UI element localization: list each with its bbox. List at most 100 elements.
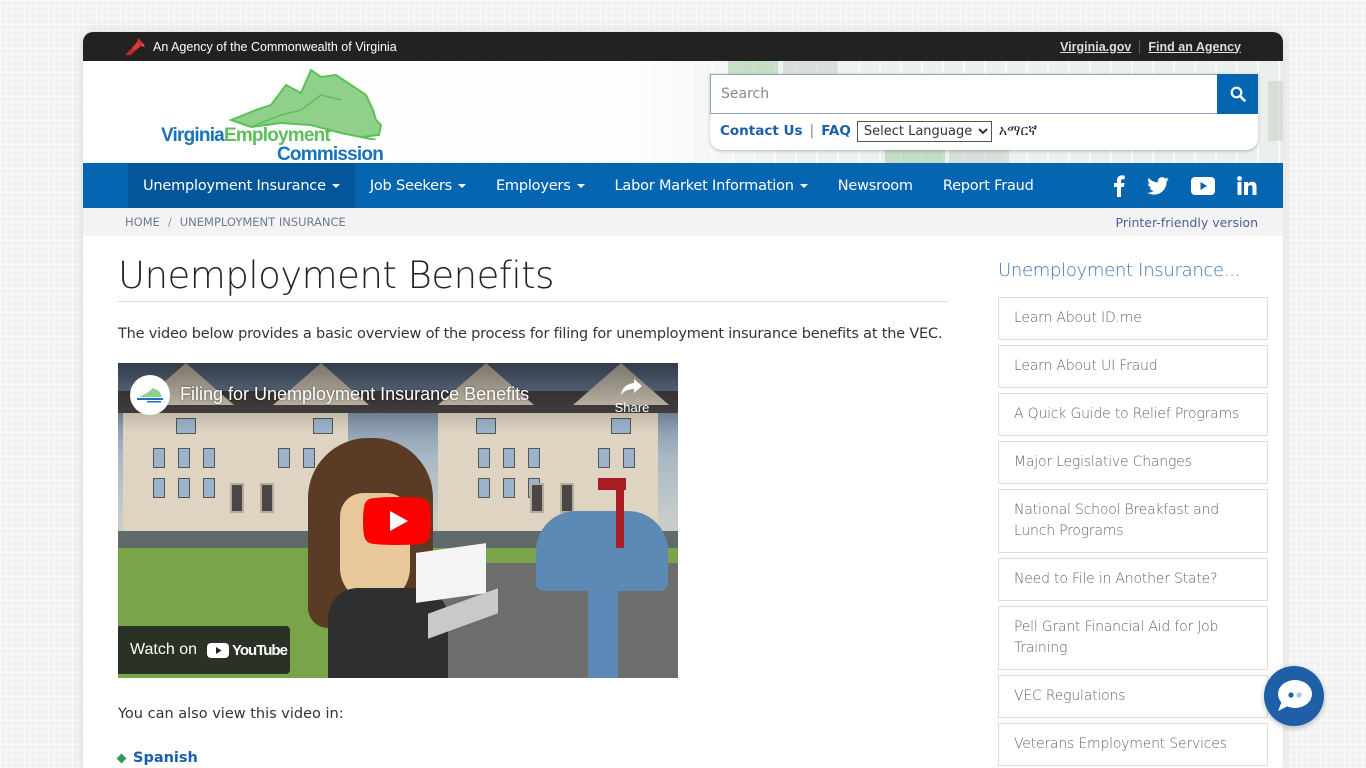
chat-button[interactable]: [1264, 666, 1324, 726]
find-agency-link[interactable]: Find an Agency: [1148, 40, 1241, 54]
youtube-logo: YouTube: [207, 642, 288, 659]
video-scene: [503, 478, 515, 498]
sidebar: Unemployment Insurance... Learn About ID…: [998, 260, 1268, 768]
video-scene: [153, 448, 165, 468]
cardinal-icon: [125, 37, 145, 55]
share-button[interactable]: Share: [612, 377, 652, 415]
caret-down-icon: [799, 183, 808, 188]
play-button-icon[interactable]: [363, 497, 431, 545]
video-scene: [478, 448, 490, 468]
caret-down-icon: [576, 183, 585, 188]
chat-bubble-icon: [1278, 680, 1312, 711]
video-scene: [303, 448, 315, 468]
video-scene: [560, 483, 574, 513]
faq-link[interactable]: FAQ: [821, 123, 851, 139]
header-decor: [949, 149, 1009, 163]
nav-employers[interactable]: Employers: [481, 163, 600, 208]
spanish-video-link[interactable]: Spanish: [133, 750, 198, 766]
sidebar-item-learn-about-ui-fraud[interactable]: Learn About UI Fraud: [998, 345, 1268, 388]
video-scene: [178, 448, 190, 468]
watch-on-youtube-button[interactable]: Watch on YouTube: [118, 626, 290, 674]
sidebar-item-relief-programs[interactable]: A Quick Guide to Relief Programs: [998, 393, 1268, 436]
video-scene: [528, 448, 540, 468]
breadcrumb: HOME / UNEMPLOYMENT INSURANCE: [125, 215, 346, 229]
top-bar: An Agency of the Commonwealth of Virgini…: [83, 32, 1283, 61]
header-decor: [1268, 81, 1283, 141]
divider: |: [809, 123, 815, 139]
youtube-icon: [207, 642, 229, 658]
video-scene: [536, 511, 668, 591]
sidebar-menu: Learn About ID.me Learn About UI Fraud A…: [998, 297, 1268, 766]
agency-banner: An Agency of the Commonwealth of Virgini…: [123, 37, 397, 56]
video-title[interactable]: Filing for Unemployment Insurance Benefi…: [180, 384, 529, 405]
video-scene: [178, 478, 190, 498]
top-links: Virginia.gov Find an Agency: [1060, 39, 1241, 54]
header-decor: [783, 61, 838, 75]
youtube-icon[interactable]: [1191, 176, 1215, 195]
sidebar-item-file-another-state[interactable]: Need to File in Another State?: [998, 558, 1268, 601]
utility-links: Contact Us | FAQ Select Language አማርኛ: [710, 114, 1258, 148]
sidebar-item-vec-regulations[interactable]: VEC Regulations: [998, 675, 1268, 718]
amharic-language-link[interactable]: አማርኛ: [999, 123, 1037, 139]
bullet-diamond-icon: [116, 753, 127, 763]
video-scene: [260, 483, 274, 513]
vec-mini-logo-icon: [137, 388, 163, 403]
breadcrumb-separator: /: [167, 215, 172, 229]
intro-text: The video below provides a basic overvie…: [118, 326, 943, 342]
virginia-gov-link[interactable]: Virginia.gov: [1060, 40, 1131, 54]
main-nav: Unemployment Insurance Job Seekers Emplo…: [83, 163, 1283, 208]
video-scene: [623, 448, 635, 468]
page-title: Unemployment Benefits: [118, 254, 948, 302]
sidebar-item-legislative-changes[interactable]: Major Legislative Changes: [998, 441, 1268, 484]
contact-us-link[interactable]: Contact Us: [720, 123, 803, 139]
video-scene: [588, 588, 618, 678]
social-links: [1113, 163, 1257, 208]
vec-logo[interactable]: VirginiaEmployment Commission: [161, 65, 386, 165]
video-scene: [598, 478, 626, 490]
search-button[interactable]: [1217, 74, 1258, 114]
sidebar-item-pell-grant[interactable]: Pell Grant Financial Aid for Job Trainin…: [998, 606, 1268, 670]
site-header: VirginiaEmployment Commission Contact Us…: [83, 61, 1283, 165]
also-available-text: You can also view this video in:: [118, 706, 344, 722]
search-panel: Contact Us | FAQ Select Language አማርኛ: [710, 74, 1258, 150]
nav-job-seekers[interactable]: Job Seekers: [355, 163, 481, 208]
caret-down-icon: [331, 183, 340, 188]
sidebar-title[interactable]: Unemployment Insurance...: [998, 260, 1268, 281]
sidebar-item-school-breakfast-lunch[interactable]: National School Breakfast and Lunch Prog…: [998, 489, 1268, 553]
nav-report-fraud[interactable]: Report Fraud: [928, 163, 1049, 208]
facebook-icon[interactable]: [1113, 174, 1125, 197]
video-scene: [503, 448, 515, 468]
video-scene: [203, 478, 215, 498]
caret-down-icon: [457, 183, 466, 188]
main-content: Unemployment Benefits The video below pr…: [116, 254, 948, 766]
video-scene: [153, 478, 165, 498]
nav-labor-market-information[interactable]: Labor Market Information: [600, 163, 823, 208]
language-select[interactable]: Select Language: [856, 120, 992, 142]
breadcrumb-home[interactable]: HOME: [125, 215, 160, 229]
video-scene: [530, 483, 544, 513]
linkedin-icon[interactable]: [1237, 176, 1257, 195]
video-scene: [416, 543, 486, 603]
twitter-icon[interactable]: [1147, 176, 1169, 195]
header-decor: [885, 149, 945, 163]
printer-friendly-link[interactable]: Printer-friendly version: [1116, 215, 1258, 230]
sidebar-item-learn-about-id-me[interactable]: Learn About ID.me: [998, 297, 1268, 340]
divider: [1139, 39, 1141, 54]
sidebar-item-veterans-services[interactable]: Veterans Employment Services: [998, 723, 1268, 766]
video-scene: [478, 478, 490, 498]
page-container: An Agency of the Commonwealth of Virgini…: [83, 32, 1283, 768]
search-input[interactable]: [710, 74, 1217, 114]
agency-text: An Agency of the Commonwealth of Virgini…: [153, 39, 397, 54]
video-scene: [203, 448, 215, 468]
breadcrumb-bar: HOME / UNEMPLOYMENT INSURANCE Printer-fr…: [83, 208, 1283, 236]
nav-unemployment-insurance[interactable]: Unemployment Insurance: [128, 163, 355, 208]
channel-avatar[interactable]: [130, 375, 170, 415]
video-embed[interactable]: Filing for Unemployment Insurance Benefi…: [118, 363, 678, 678]
video-scene: [230, 483, 244, 513]
search-icon: [1230, 86, 1246, 102]
nav-newsroom[interactable]: Newsroom: [823, 163, 928, 208]
share-icon: [621, 379, 642, 395]
list-item: Spanish: [116, 750, 948, 766]
breadcrumb-unemployment-insurance[interactable]: UNEMPLOYMENT INSURANCE: [180, 215, 346, 229]
video-language-list: Spanish: [116, 750, 948, 766]
